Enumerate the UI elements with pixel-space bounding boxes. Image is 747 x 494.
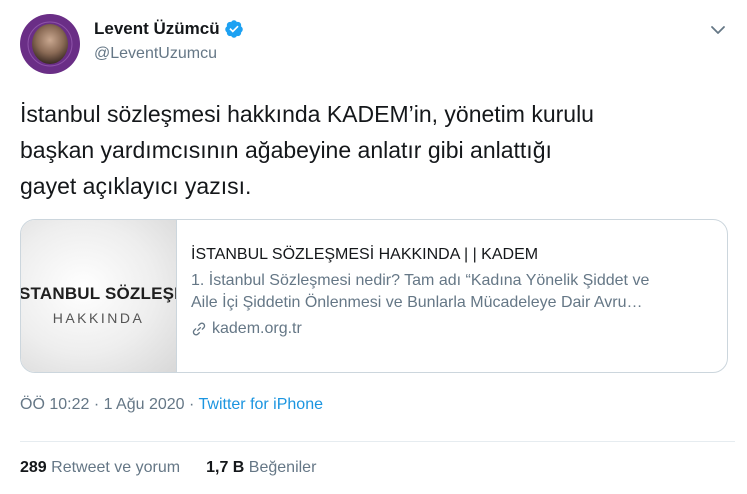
link-preview-card[interactable]: STANBUL SÖZLEŞME HAKKINDA İSTANBUL SÖZLE… — [20, 219, 728, 373]
tweet-time[interactable]: ÖÖ 10:22 — [20, 396, 89, 413]
card-thumbnail[interactable]: STANBUL SÖZLEŞME HAKKINDA — [21, 220, 177, 372]
more-options-chevron-down-icon[interactable] — [708, 20, 728, 40]
card-description-line: Aile İçi Şiddetin Önlenmesi ve Bunlarla … — [191, 294, 643, 311]
avatar-face — [32, 24, 68, 64]
tweet-text: İstanbul sözleşmesi hakkında KADEM’in, y… — [20, 96, 735, 204]
tweet-text-line: başkan yardımcısının ağabeyine anlatır g… — [20, 137, 552, 163]
card-thumbnail-title: STANBUL SÖZLEŞME — [21, 284, 176, 303]
author-handle[interactable]: @LeventUzumcu — [94, 45, 217, 63]
likes-label: Beğeniler — [248, 459, 317, 476]
likes-stat[interactable]: 1,7 B Beğeniler — [206, 459, 316, 477]
meta-separator: · — [89, 396, 104, 413]
tweet-meta: ÖÖ 10:22 · 1 Ağu 2020 · Twitter for iPho… — [20, 396, 323, 414]
divider — [20, 441, 735, 442]
link-icon — [192, 322, 206, 336]
tweet: Levent Üzümcü @LeventUzumcu İstanbul söz… — [0, 0, 747, 494]
verified-badge-icon — [224, 19, 244, 39]
author-display-name[interactable]: Levent Üzümcü — [94, 19, 220, 39]
retweets-stat[interactable]: 289 Retweet ve yorum — [20, 459, 180, 477]
retweets-label: Retweet ve yorum — [51, 459, 181, 476]
meta-separator: · — [184, 396, 199, 413]
tweet-source-link[interactable]: Twitter for iPhone — [199, 396, 324, 413]
avatar[interactable] — [20, 14, 80, 74]
author-name-row[interactable]: Levent Üzümcü — [94, 18, 244, 40]
card-domain: kadem.org.tr — [191, 318, 716, 340]
retweets-count: 289 — [20, 459, 47, 476]
tweet-text-line: gayet açıklayıcı yazısı. — [20, 173, 252, 199]
tweet-stats: 289 Retweet ve yorum 1,7 B Beğeniler — [20, 459, 342, 477]
card-description: 1. İstanbul Sözleşmesi nedir? Tam adı “K… — [191, 270, 716, 314]
tweet-date[interactable]: 1 Ağu 2020 — [104, 396, 185, 413]
card-thumbnail-subtitle: HAKKINDA — [52, 310, 145, 326]
card-description-line: 1. İstanbul Sözleşmesi nedir? Tam adı “K… — [191, 272, 650, 289]
card-info[interactable]: İSTANBUL SÖZLEŞMESİ HAKKINDA | | KADEM 1… — [191, 244, 716, 340]
likes-count: 1,7 B — [206, 459, 245, 476]
card-domain-text: kadem.org.tr — [212, 320, 302, 337]
card-title: İSTANBUL SÖZLEŞMESİ HAKKINDA | | KADEM — [191, 246, 539, 263]
tweet-text-line: İstanbul sözleşmesi hakkında KADEM’in, y… — [20, 101, 594, 127]
